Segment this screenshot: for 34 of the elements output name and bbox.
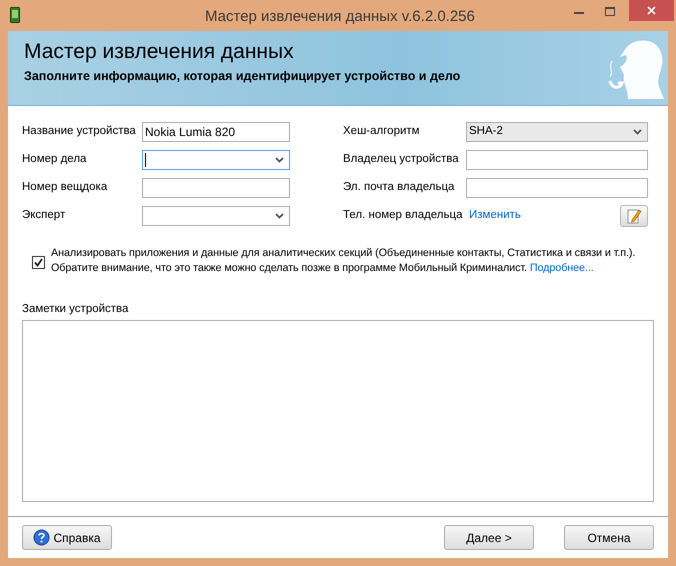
- next-button[interactable]: Далее >: [444, 525, 534, 550]
- text-field[interactable]: [466, 150, 648, 170]
- text-field[interactable]: [466, 178, 648, 198]
- more-link[interactable]: Подробнее...: [530, 262, 594, 274]
- edit-button[interactable]: [620, 205, 648, 227]
- combo-box[interactable]: [142, 206, 290, 226]
- field-label: Эксперт: [22, 208, 66, 224]
- cancel-button[interactable]: Отмена: [564, 525, 654, 550]
- close-icon: [647, 6, 656, 15]
- field-label: Хеш-алгоритм: [343, 124, 421, 140]
- notes-field[interactable]: [22, 320, 654, 502]
- analyze-checkbox[interactable]: [32, 256, 45, 269]
- close-button[interactable]: [629, 0, 674, 21]
- pencil-icon: [626, 208, 642, 224]
- field-label: Название устройства: [22, 124, 137, 140]
- phone-icon: [10, 7, 20, 23]
- combo-box[interactable]: [142, 150, 290, 170]
- change-link[interactable]: Изменить: [469, 207, 521, 225]
- help-icon: [33, 529, 50, 546]
- field-label: Номер дела: [22, 152, 88, 168]
- dropdown[interactable]: SHA-2: [466, 122, 648, 142]
- text-field[interactable]: Nokia Lumia 820: [142, 122, 290, 142]
- analyze-description: Анализировать приложения и данные для аналитических секций (Объединенные контакты, Статистика и связи и т.п.). Обратите внимание, что это также можно сделать позже в программе Мобильный Криминалист. Подробнее...: [51, 246, 636, 276]
- field-label: Номер вещдока: [22, 180, 108, 196]
- help-button[interactable]: Справка: [22, 525, 112, 550]
- window-title: Мастер извлечения данных v.6.2.0.256: [205, 7, 475, 27]
- wizard-title: Мастер извлечения данных: [24, 39, 295, 65]
- field-label: Эл. почта владельца: [343, 180, 456, 196]
- field-label: Тел. номер владельца: [343, 208, 464, 224]
- field-label: Владелец устройства: [343, 152, 460, 168]
- text-field[interactable]: [142, 178, 290, 198]
- maximize-button[interactable]: [605, 7, 615, 16]
- wizard-subtitle: Заполните информацию, которая идентифицирует устройство и дело: [24, 68, 462, 85]
- notes-label: Заметки устройства: [22, 302, 128, 317]
